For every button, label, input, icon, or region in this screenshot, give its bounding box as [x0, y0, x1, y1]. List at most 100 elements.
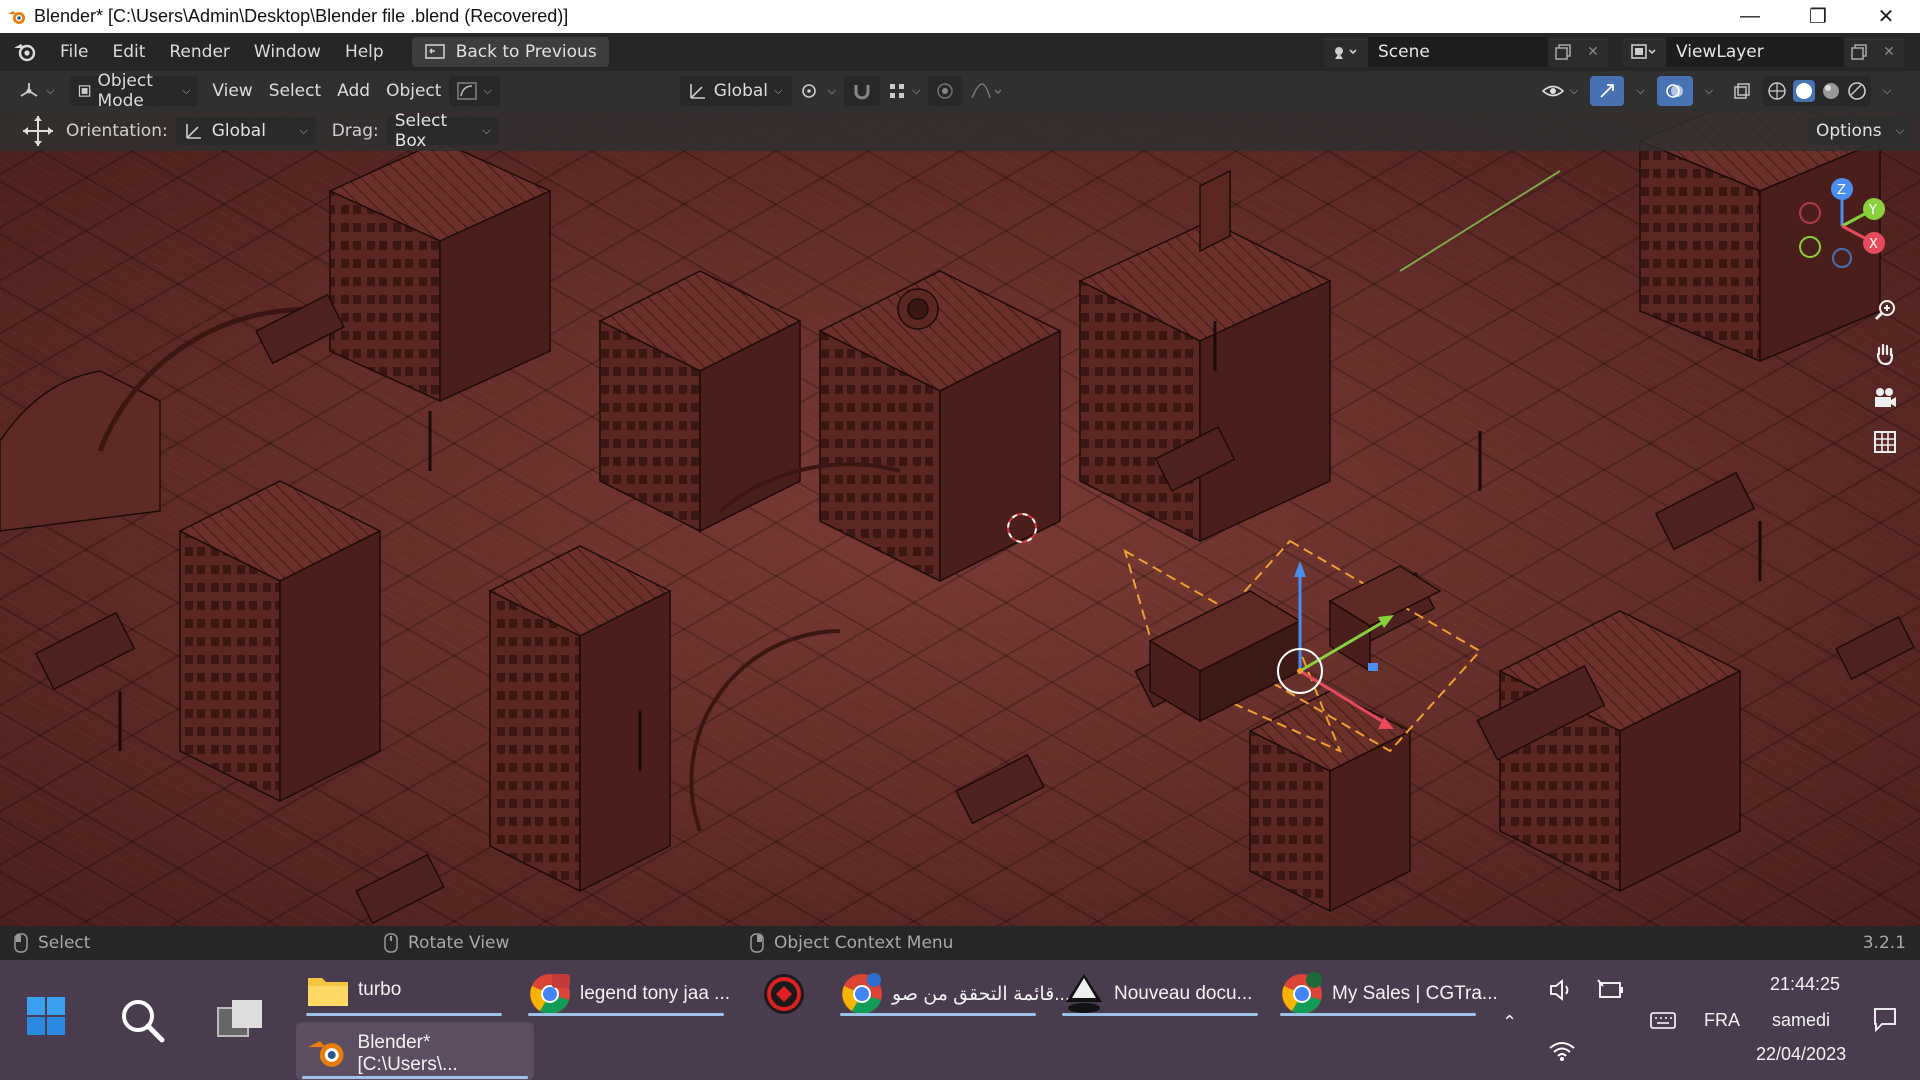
folder-icon	[308, 978, 348, 1006]
viewlayer-icon	[1631, 44, 1656, 59]
pan-view-button[interactable]	[1868, 337, 1902, 371]
taskbar-app-label: My Sales | CGTra...	[1332, 983, 1498, 1004]
show-hidden-icons-button[interactable]: ⌃	[1502, 1012, 1517, 1033]
menu-window[interactable]: Window	[242, 37, 333, 67]
transform-orientation-label: Global	[713, 81, 769, 101]
keyboard-layout-button[interactable]	[1650, 1010, 1676, 1035]
scene-remove-button[interactable]: ✕	[1578, 37, 1608, 67]
gizmo-x-label: X	[1869, 237, 1878, 252]
clock-day[interactable]: samedi	[1772, 1010, 1830, 1031]
gizmo-dropdown[interactable]: ⌵	[1628, 76, 1652, 106]
options-dropdown[interactable]: Options ⌵	[1808, 117, 1912, 145]
maximize-button[interactable]: ❐	[1784, 0, 1852, 33]
material-shading-icon[interactable]	[1821, 81, 1841, 101]
task-view-icon	[217, 1000, 262, 1037]
editor-type-button[interactable]: ⌵	[10, 76, 62, 106]
volume-button[interactable]	[1548, 978, 1574, 1007]
rendered-shading-icon[interactable]	[1847, 81, 1867, 101]
taskbar-app-label: قائمة التحقق من صو...	[892, 983, 1071, 1005]
app-red-icon	[764, 974, 804, 1014]
language-indicator[interactable]: FRA	[1704, 1010, 1740, 1031]
move-tool-icon[interactable]	[18, 113, 58, 149]
orientation-global-icon	[185, 124, 201, 139]
minimize-button[interactable]: —	[1716, 0, 1784, 33]
overlays-dropdown[interactable]: ⌵	[1697, 76, 1721, 106]
taskbar-app-red[interactable]	[762, 972, 806, 1016]
task-view-button[interactable]	[216, 998, 264, 1045]
menu-view[interactable]: View	[204, 76, 260, 106]
search-button[interactable]	[118, 996, 166, 1049]
drag-dropdown[interactable]: Select Box ⌵	[386, 111, 499, 151]
back-to-previous-label: Back to Previous	[455, 42, 597, 62]
menu-add[interactable]: Add	[329, 76, 378, 106]
navigation-gizmo[interactable]: Z Y X	[1790, 171, 1900, 281]
windows-logo-icon	[27, 997, 65, 1035]
menu-render[interactable]: Render	[157, 37, 242, 67]
viewlayer-duplicate-button[interactable]	[1844, 37, 1874, 67]
screen-back-icon	[424, 44, 445, 59]
city-scene-render	[0, 111, 1915, 925]
taskbar-active-indicator	[306, 1013, 502, 1016]
mouse-left-icon	[14, 933, 28, 953]
close-icon: ✕	[1883, 44, 1895, 60]
visibility-dropdown[interactable]: ⌵	[1534, 76, 1586, 106]
object-mode-dropdown[interactable]: Object Mode ⌵	[70, 71, 199, 111]
status-context-label: Object Context Menu	[774, 933, 954, 953]
curve-icon	[457, 82, 478, 100]
scene-name-field[interactable]: Scene	[1368, 37, 1548, 67]
scene-duplicate-button[interactable]	[1548, 37, 1578, 67]
menu-help[interactable]: Help	[333, 37, 396, 67]
zoom-view-button[interactable]	[1868, 293, 1902, 327]
snap-target-dropdown[interactable]: ⌵	[880, 76, 928, 106]
taskbar-app-label: turbo	[358, 979, 402, 1000]
windows-taskbar: turbo legend tony jaa ... قائمة التحقق م…	[0, 960, 1920, 1080]
proportional-edit-button[interactable]	[928, 76, 963, 106]
taskbar-app-legend[interactable]: legend tony jaa ...	[528, 972, 730, 1016]
camera-view-button[interactable]	[1868, 381, 1902, 415]
gpencil-toggle-button[interactable]: ⌵	[449, 76, 500, 106]
falloff-curve-icon	[971, 83, 1002, 99]
clock-date[interactable]: 22/04/2023	[1756, 1044, 1846, 1065]
viewlayer-remove-button[interactable]: ✕	[1874, 37, 1904, 67]
solid-shading-icon[interactable]	[1793, 80, 1816, 102]
chevron-down-icon: ⌵	[774, 84, 783, 97]
falloff-dropdown[interactable]	[962, 76, 1012, 106]
transform-orientation-dropdown[interactable]: Global ⌵	[679, 76, 792, 106]
taskbar-app-label: Nouveau docu...	[1114, 983, 1253, 1004]
battery-button[interactable]	[1596, 978, 1626, 1007]
taskbar-app-cgtrader[interactable]: My Sales | CGTra...	[1280, 972, 1498, 1016]
taskbar-app-turbo[interactable]: turbo	[306, 972, 401, 1008]
gizmo-toggle-button[interactable]	[1590, 76, 1625, 106]
notifications-button[interactable]	[1872, 1006, 1898, 1037]
taskbar-app-checklist[interactable]: قائمة التحقق من صو...	[840, 972, 1070, 1016]
close-button[interactable]: ✕	[1852, 0, 1920, 33]
orientation-global-icon	[689, 84, 705, 99]
3d-viewport[interactable]: Z Y X	[0, 111, 1920, 926]
clock-time[interactable]: 21:44:25	[1770, 974, 1840, 995]
wireframe-shading-icon[interactable]	[1767, 81, 1787, 101]
orientation-dropdown[interactable]: Global ⌵	[175, 117, 316, 145]
blender-menu-icon[interactable]	[10, 37, 40, 67]
menu-file[interactable]: File	[48, 37, 100, 67]
menu-object[interactable]: Object	[378, 76, 449, 106]
taskbar-app-blender[interactable]: Blender* [C:\Users\...	[296, 1022, 534, 1080]
back-to-previous-button[interactable]: Back to Previous	[411, 37, 609, 67]
shading-dropdown[interactable]: ⌵	[1875, 76, 1899, 106]
viewlayer-browse-button[interactable]	[1622, 37, 1666, 67]
start-button[interactable]	[26, 996, 68, 1038]
scene-browse-button[interactable]	[1324, 37, 1368, 67]
viewlayer-name-field[interactable]: ViewLayer	[1666, 37, 1844, 67]
overlays-toggle-button[interactable]	[1656, 76, 1693, 106]
network-button[interactable]	[1548, 1040, 1576, 1067]
taskbar-app-inkscape[interactable]: Nouveau docu...	[1062, 972, 1252, 1016]
chrome-icon	[1282, 972, 1322, 1014]
copy-icon	[1851, 44, 1867, 60]
perspective-toggle-button[interactable]	[1868, 425, 1902, 459]
pivot-point-dropdown[interactable]: ⌵	[792, 76, 844, 106]
snap-toggle-button[interactable]	[844, 76, 881, 106]
gizmo-y-label: Y	[1868, 203, 1877, 218]
menu-select[interactable]: Select	[261, 76, 329, 106]
mouse-middle-icon	[384, 933, 398, 953]
menu-edit[interactable]: Edit	[100, 37, 157, 67]
xray-toggle-button[interactable]	[1725, 76, 1759, 106]
